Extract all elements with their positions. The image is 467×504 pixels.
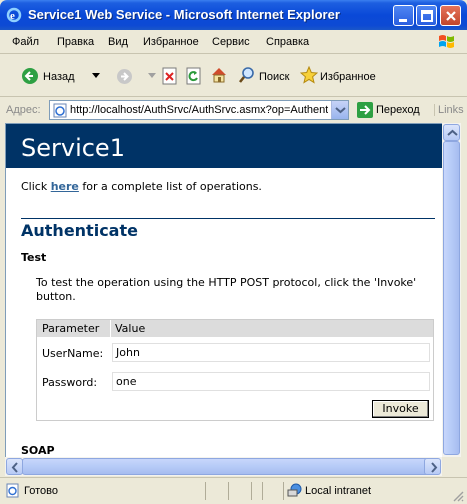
page-status-icon: [6, 483, 19, 498]
status-separator: [205, 482, 206, 500]
status-text: Готово: [24, 485, 58, 497]
status-separator: [228, 482, 229, 500]
address-input[interactable]: http://localhost/AuthSrvc/AuthSrvc.asmx?…: [70, 104, 328, 116]
test-description: To test the operation using the HTTP POS…: [36, 276, 417, 303]
search-button-label[interactable]: Поиск: [259, 71, 289, 83]
operations-link[interactable]: here: [51, 180, 79, 193]
windows-logo-icon: [439, 35, 454, 48]
invoke-button[interactable]: Invoke: [372, 400, 429, 418]
header-parameter: Parameter: [42, 322, 100, 335]
intro-before: Click: [21, 180, 51, 193]
header-value: Value: [115, 322, 146, 335]
back-arrow-icon[interactable]: [21, 67, 39, 85]
go-button[interactable]: Переход: [354, 100, 430, 120]
test-heading: Test: [21, 251, 47, 264]
status-separator: [262, 482, 263, 500]
menu-bar: Файл Правка Вид Избранное Сервис Справка: [0, 30, 467, 54]
soap-heading: SOAP: [21, 444, 55, 457]
page-ie-icon: [53, 103, 67, 118]
scroll-right-button[interactable]: [424, 458, 441, 475]
password-label: Password:: [42, 376, 98, 389]
chevron-down-icon[interactable]: [92, 73, 100, 79]
window-title: Service1 Web Service - Microsoft Interne…: [28, 7, 340, 22]
status-separator: [251, 482, 252, 500]
maximize-icon: [421, 10, 433, 22]
menu-help[interactable]: Справка: [266, 36, 309, 48]
maximize-button[interactable]: [416, 5, 437, 26]
minimize-icon: [399, 19, 407, 22]
stop-icon[interactable]: [162, 67, 178, 85]
scroll-left-button[interactable]: [6, 458, 23, 475]
chevron-right-icon: [431, 462, 438, 473]
close-icon: [446, 11, 456, 21]
favorites-button-label[interactable]: Избранное: [320, 71, 376, 83]
toolbar: Назад Поиск Избранное: [0, 55, 467, 97]
ie-icon: e: [6, 7, 22, 23]
scroll-up-button[interactable]: [443, 124, 460, 141]
horizontal-scrollbar[interactable]: [5, 457, 442, 476]
refresh-icon[interactable]: [186, 67, 202, 85]
menu-favorites[interactable]: Избранное: [143, 36, 199, 48]
username-field[interactable]: John: [112, 343, 430, 362]
operation-title: Authenticate: [21, 221, 138, 240]
parameters-header: Parameter Value: [37, 320, 433, 337]
browser-window: e Service1 Web Service - Microsoft Inter…: [0, 0, 467, 504]
go-arrow-icon: [357, 102, 373, 118]
service-title: Service1: [21, 134, 125, 162]
parameters-table: Parameter Value UserName: John Password:…: [36, 319, 434, 421]
minimize-button[interactable]: [393, 5, 414, 26]
username-label: UserName:: [42, 347, 104, 360]
address-field[interactable]: http://localhost/AuthSrvc/AuthSrvc.asmx?…: [49, 100, 349, 120]
vertical-scroll-thumb[interactable]: [443, 141, 460, 455]
menu-edit[interactable]: Правка: [57, 36, 94, 48]
password-field[interactable]: one: [112, 372, 430, 391]
resize-grip-icon[interactable]: [452, 490, 464, 502]
menu-tools[interactable]: Сервис: [212, 36, 250, 48]
close-button[interactable]: [440, 5, 461, 26]
menu-file[interactable]: Файл: [12, 36, 39, 48]
back-button-label[interactable]: Назад: [43, 71, 75, 83]
address-label: Адрес:: [6, 104, 41, 116]
links-label[interactable]: Links: [434, 104, 464, 116]
chevron-down-icon: [335, 107, 346, 114]
forward-arrow-icon[interactable]: [116, 68, 133, 85]
menu-view[interactable]: Вид: [108, 36, 128, 48]
search-icon[interactable]: [238, 66, 256, 84]
intro-text: Click here for a complete list of operat…: [21, 180, 262, 193]
favorites-star-icon[interactable]: [300, 66, 318, 84]
zone-text: Local intranet: [305, 485, 372, 497]
home-icon[interactable]: [210, 66, 228, 84]
svg-text:e: e: [10, 10, 15, 22]
intranet-zone-icon: [287, 483, 302, 497]
status-separator: [283, 482, 284, 500]
vertical-scrollbar[interactable]: [442, 123, 461, 457]
divider: [21, 218, 435, 219]
chevron-up-icon: [447, 129, 458, 136]
horizontal-scroll-thumb[interactable]: [22, 458, 429, 475]
forward-chevron-down-icon[interactable]: [148, 73, 156, 79]
title-bar[interactable]: e Service1 Web Service - Microsoft Inter…: [0, 0, 467, 30]
heading-band: Service1: [6, 124, 442, 168]
status-bar: Готово Local intranet: [0, 477, 467, 504]
page-content: Service1 Click here for a complete list …: [5, 123, 442, 457]
address-dropdown-button[interactable]: [331, 101, 348, 119]
go-label: Переход: [376, 104, 420, 116]
intro-after: for a complete list of operations.: [78, 180, 262, 193]
address-bar: Адрес: http://localhost/AuthSrvc/AuthSrv…: [0, 98, 467, 122]
header-separator: [110, 320, 111, 337]
